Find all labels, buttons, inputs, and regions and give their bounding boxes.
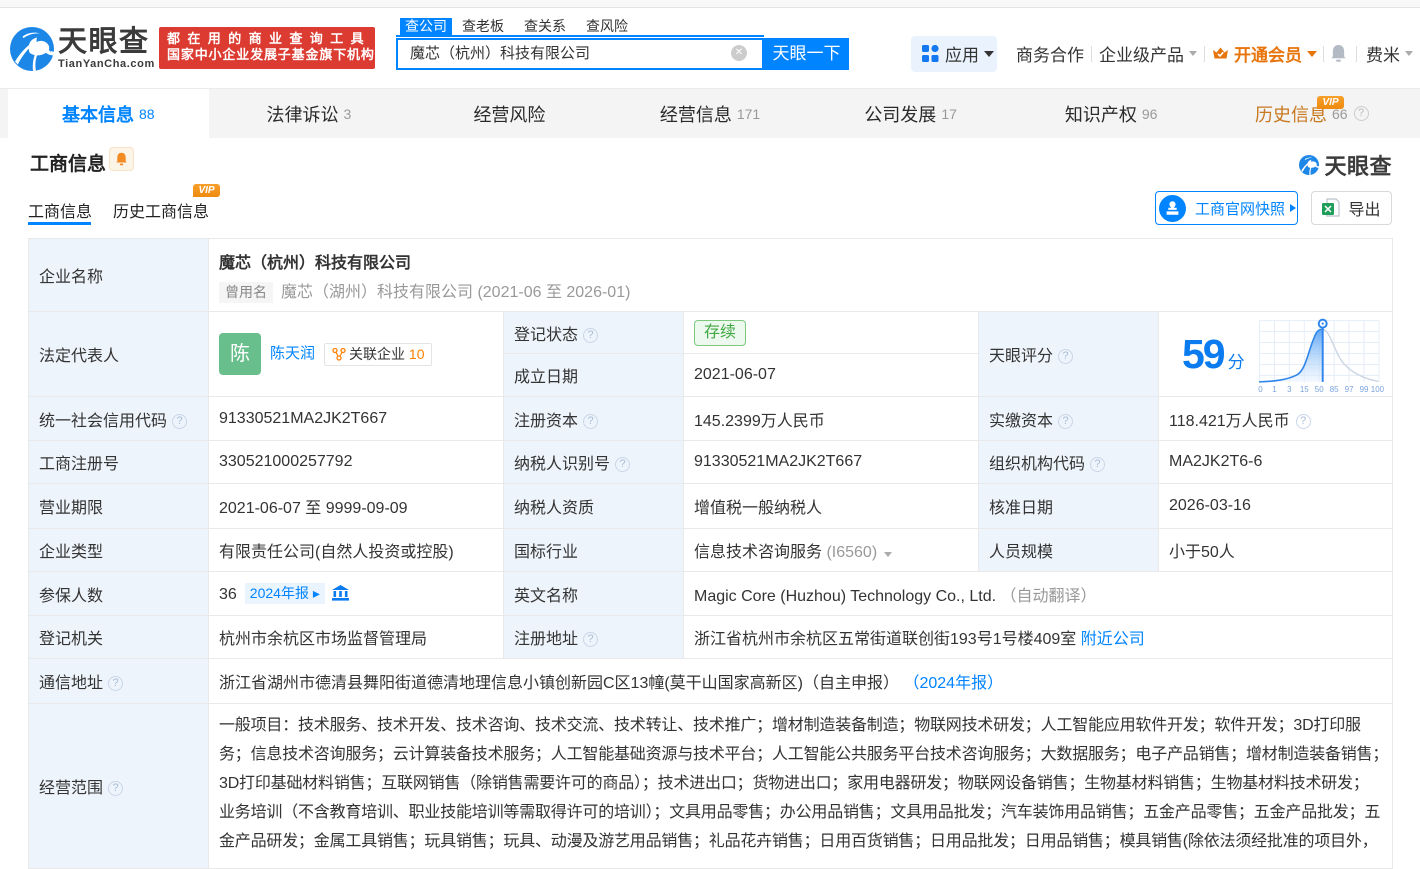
svg-text:0: 0 <box>1258 385 1263 393</box>
svg-text:100: 100 <box>1370 385 1384 393</box>
svg-text:97: 97 <box>1344 385 1353 393</box>
svg-text:50: 50 <box>1314 385 1323 393</box>
svg-text:3: 3 <box>1287 385 1292 393</box>
svg-text:15: 15 <box>1299 385 1308 393</box>
svg-text:85: 85 <box>1329 385 1338 393</box>
svg-text:1: 1 <box>1272 385 1277 393</box>
svg-text:99: 99 <box>1359 385 1368 393</box>
